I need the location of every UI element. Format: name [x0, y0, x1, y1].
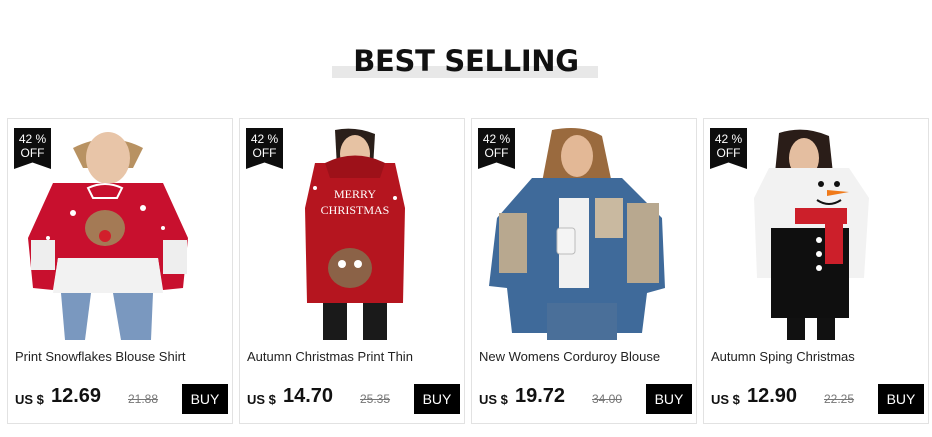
discount-off-label: OFF — [20, 146, 45, 160]
currency-label: US $ — [15, 392, 44, 407]
price-row: US $ 14.70 25.35 BUY — [247, 384, 461, 414]
product-card[interactable]: 42 % OFF New Womens Corduroy Blouse US $… — [471, 118, 697, 424]
discount-percent: 42 % — [250, 132, 279, 146]
sale-price: 19.72 — [515, 385, 566, 407]
currency-label: US $ — [711, 392, 740, 407]
product-card[interactable]: 42 % OFF Print Snowflakes Blouse Shirt U… — [7, 118, 233, 424]
price-row: US $ 19.72 34.00 BUY — [479, 384, 693, 414]
section-header: BEST SELLING — [0, 44, 932, 84]
sale-price: 14.70 — [283, 385, 334, 407]
product-name[interactable]: Print Snowflakes Blouse Shirt — [15, 349, 229, 364]
product-name[interactable]: Autumn Sping Christmas — [711, 349, 925, 364]
discount-off-label: OFF — [716, 146, 741, 160]
original-price: 21.88 — [128, 392, 159, 406]
discount-off-label: OFF — [252, 146, 277, 160]
product-card[interactable]: MERRY CHRISTMAS 42 % OFF Autumn Christma… — [239, 118, 465, 424]
currency-label: US $ — [247, 392, 276, 407]
merry-text: MERRY — [334, 187, 376, 201]
christmas-text: CHRISTMAS — [321, 203, 390, 217]
section-title: BEST SELLING — [353, 44, 579, 78]
sale-price: 12.69 — [51, 385, 102, 407]
original-price: 25.35 — [360, 392, 391, 406]
currency-label: US $ — [479, 392, 508, 407]
original-price: 22.25 — [824, 392, 855, 406]
sale-price: 12.90 — [747, 385, 798, 407]
discount-percent: 42 % — [714, 132, 743, 146]
product-name[interactable]: Autumn Christmas Print Thin — [247, 349, 461, 364]
buy-button[interactable]: BUY — [182, 384, 228, 414]
discount-percent: 42 % — [482, 132, 511, 146]
discount-off-label: OFF — [484, 146, 509, 160]
product-name[interactable]: New Womens Corduroy Blouse — [479, 349, 693, 364]
price-row: US $ 12.90 22.25 BUY — [711, 384, 925, 414]
original-price: 34.00 — [592, 392, 623, 406]
discount-percent: 42 % — [18, 132, 47, 146]
buy-button[interactable]: BUY — [646, 384, 692, 414]
product-card[interactable]: 42 % OFF Autumn Sping Christmas US $ 12.… — [703, 118, 929, 424]
price-row: US $ 12.69 21.88 BUY — [15, 384, 229, 414]
buy-button[interactable]: BUY — [414, 384, 460, 414]
buy-button[interactable]: BUY — [878, 384, 924, 414]
